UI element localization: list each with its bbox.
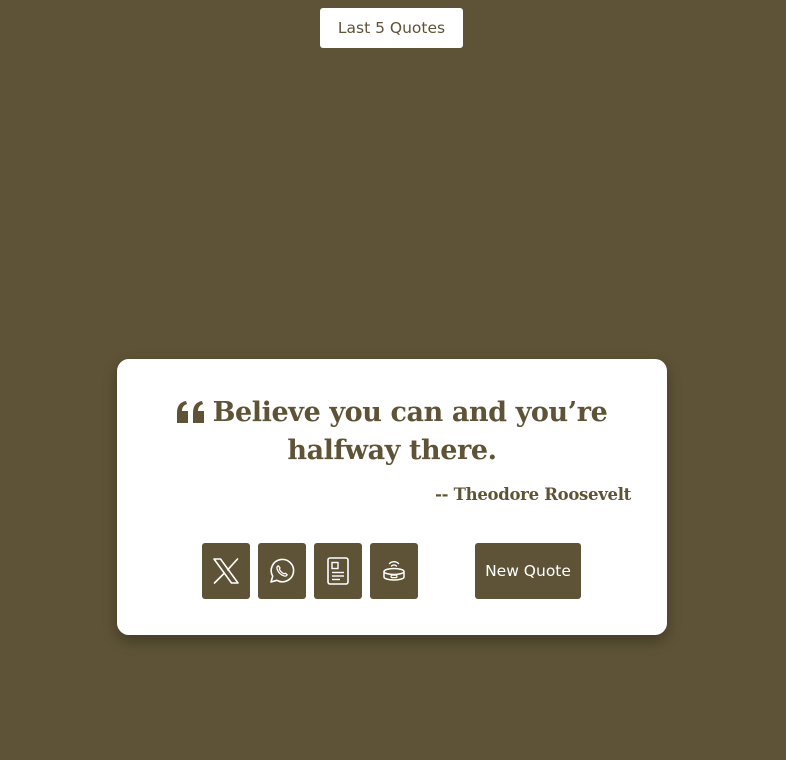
speaker-icon (380, 557, 408, 585)
quote-card: Believe you can and you’re halfway there… (117, 359, 667, 635)
quote-left-icon (176, 397, 205, 433)
quote-author: -- Theodore Roosevelt (435, 485, 631, 504)
whatsapp-share-button[interactable] (258, 543, 306, 599)
speak-quote-button[interactable] (370, 543, 418, 599)
quote-text: Believe you can and you’re halfway there… (212, 397, 608, 466)
last-5-quotes-button[interactable]: Last 5 Quotes (320, 8, 463, 48)
tweet-button[interactable] (202, 543, 250, 599)
new-quote-button[interactable]: New Quote (475, 543, 581, 599)
quote-text-block: Believe you can and you’re halfway there… (157, 395, 627, 469)
tumblr-share-button[interactable] (314, 543, 362, 599)
whatsapp-icon (268, 557, 296, 585)
x-twitter-icon (212, 557, 240, 585)
tumblr-document-icon (325, 556, 351, 586)
